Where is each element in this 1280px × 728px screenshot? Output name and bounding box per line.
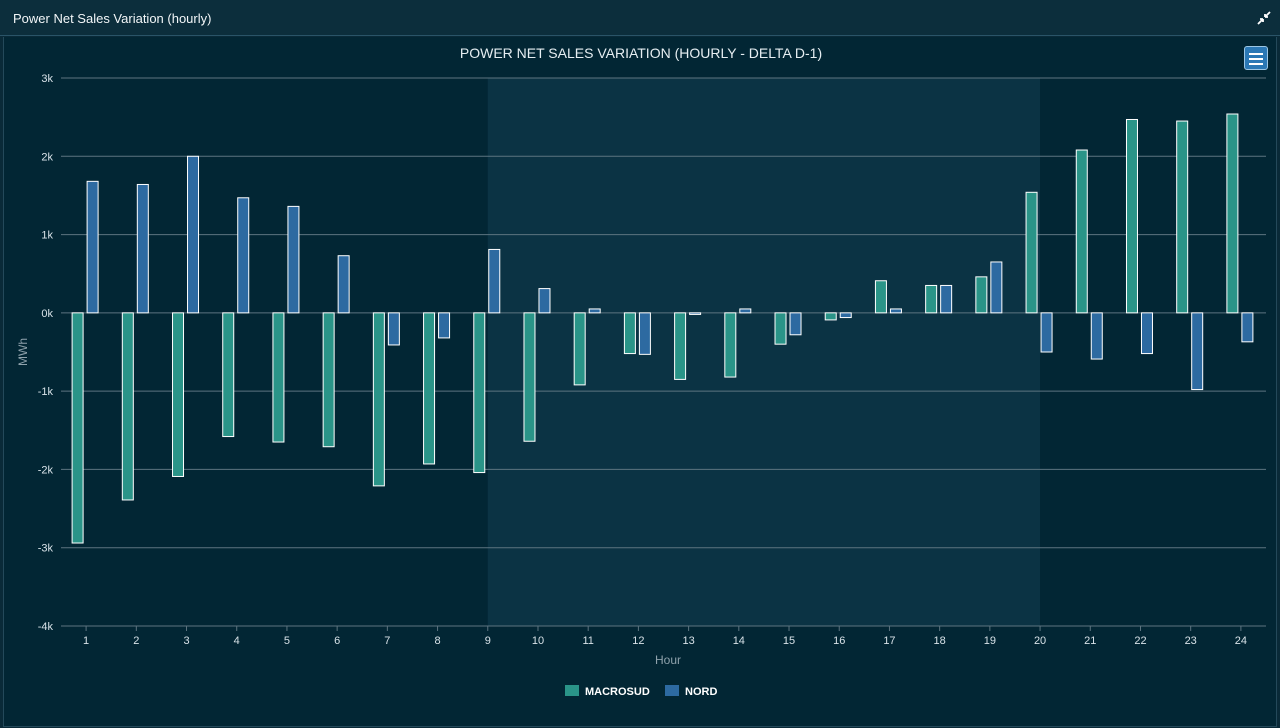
bar-macrosud-10 [523,312,536,442]
bar-macrosud-2 [121,312,134,501]
x-tick-label: 19 [984,635,996,647]
bar-nord-17 [889,308,902,314]
bar-nord-6 [337,255,350,314]
bar-macrosud-24 [1226,113,1239,314]
x-tick-label: 21 [1084,635,1096,647]
bar-macrosud-20 [1025,191,1038,314]
bar-nord-19 [990,261,1003,314]
bar-macrosud-9 [473,312,486,474]
bar-nord-18 [940,284,953,314]
bar-nord-9 [488,248,501,314]
y-tick-label: 1k [41,230,53,242]
bar-nord-2 [136,183,149,314]
y-axis-label: MWh [16,338,30,366]
chart-container: 3k 2k 1k 0k -1k -2k -3k -4k 1 2 3 4 5 6 7 8 9 10 11 12 13 14 1… [3,37,1277,727]
bar-nord-13 [689,312,702,315]
x-tick-label: 3 [183,635,189,647]
bar-nord-22 [1140,312,1153,355]
bar-macrosud-4 [222,312,235,438]
bar-nord-7 [387,312,400,346]
chart-title: POWER NET SALES VARIATION (HOURLY - DELT… [460,45,822,61]
bar-nord-23 [1191,312,1204,391]
bar-chart: 3k2k1k0k-1k-2k-3k-4k1 2 3 4 5 6 7 8 9 10 11 12 13 14 1… [16,45,1266,698]
y-tick-label: 0k [41,308,53,320]
y-tick-label: -3k [38,543,54,555]
x-tick-label: 24 [1235,635,1247,647]
x-tick-label: 15 [783,635,795,647]
bar-nord-11 [588,308,601,314]
x-tick-label: 9 [485,635,491,647]
bar-macrosud-11 [573,312,586,386]
x-tick-label: 10 [532,635,544,647]
bar-macrosud-5 [272,312,285,443]
bar-macrosud-7 [372,312,385,487]
bar-nord-14 [739,308,752,314]
x-tick-label: 12 [632,635,644,647]
x-axis-label: Hour [655,653,681,667]
x-tick-label: 18 [934,635,946,647]
bar-macrosud-8 [423,312,436,465]
bar-macrosud-15 [774,312,787,345]
bar-macrosud-6 [322,312,335,448]
panel-title: Power Net Sales Variation (hourly) [13,11,212,26]
bar-nord-12 [638,312,651,355]
bar-macrosud-21 [1075,149,1088,314]
bar-nord-16 [839,312,852,319]
bar-nord-10 [538,288,551,314]
x-tick-label: 8 [435,635,441,647]
bar-nord-15 [789,312,802,336]
bar-nord-20 [1040,312,1053,353]
x-tick-label: 7 [384,635,390,647]
bar-macrosud-16 [824,312,837,321]
legend-swatch-nord [665,685,679,696]
bar-macrosud-18 [925,284,938,314]
highlight-band [487,78,1041,626]
y-tick-label: 2k [41,151,53,163]
x-tick-label: 6 [334,635,340,647]
bar-nord-8 [438,312,451,339]
legend-label-macrosud[interactable]: MACROSUD [585,686,650,698]
y-tick-label: 3k [41,73,53,85]
bar-macrosud-1 [71,312,84,544]
bar-nord-4 [237,197,250,314]
x-tick-label: 14 [733,635,745,647]
bar-macrosud-3 [172,312,185,477]
panel-header: Power Net Sales Variation (hourly) [0,0,1280,36]
x-tick-label: 20 [1034,635,1046,647]
x-tick-label: 1 [83,635,89,647]
hamburger-menu-icon[interactable] [1244,46,1268,70]
bar-nord-1 [86,180,99,314]
bar-macrosud-12 [623,312,636,355]
y-tick-label: -1k [38,386,54,398]
x-tick-label: 2 [133,635,139,647]
x-tick-label: 17 [883,635,895,647]
bar-macrosud-13 [674,312,687,380]
legend-label-nord[interactable]: NORD [685,686,717,698]
bar-nord-3 [187,155,200,314]
x-tick-label: 13 [682,635,694,647]
collapse-arrows-icon[interactable] [1256,10,1272,26]
x-tick-label: 16 [833,635,845,647]
y-tick-label: -2k [38,464,54,476]
bar-macrosud-23 [1176,120,1189,314]
x-tick-label: 4 [234,635,240,647]
x-tick-label: 5 [284,635,290,647]
bar-macrosud-14 [724,312,737,378]
bar-macrosud-22 [1125,118,1138,314]
x-tick-label: 23 [1185,635,1197,647]
legend-swatch-macrosud [565,685,579,696]
x-tick-label: 11 [582,635,593,647]
bar-nord-5 [287,205,300,314]
x-tick-label: 22 [1134,635,1146,647]
bar-macrosud-19 [975,276,988,314]
y-tick-label: -4k [38,621,54,633]
bar-nord-24 [1241,312,1254,343]
bar-macrosud-17 [874,280,887,314]
bar-nord-21 [1090,312,1103,360]
